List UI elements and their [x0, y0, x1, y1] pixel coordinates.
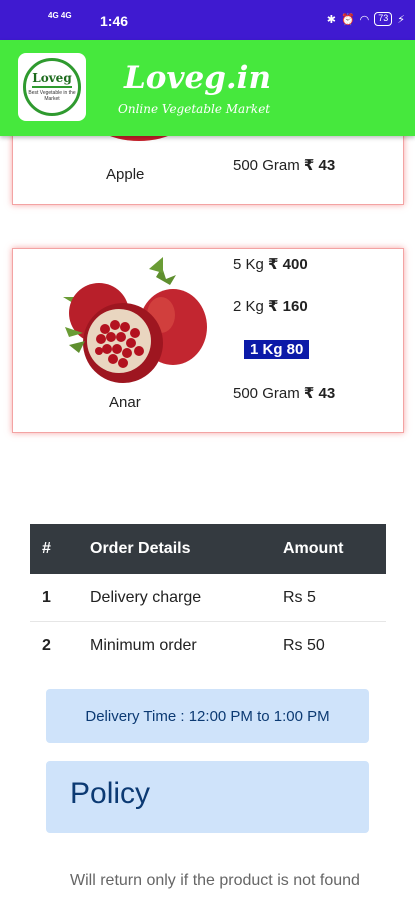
delivery-time-box: Delivery Time : 12:00 PM to 1:00 PM [46, 689, 369, 743]
product-card-anar[interactable]: Anar 5 Kg ₹ 400 2 Kg ₹ 160 1 Kg 80 500 G… [12, 248, 404, 433]
price-option[interactable]: 2 Kg ₹ 160 [233, 297, 308, 315]
row-detail: Delivery charge [90, 588, 202, 606]
header-amount: Amount [283, 540, 344, 557]
price-option[interactable]: 500 Gram ₹ 43 [233, 384, 335, 402]
order-table: # Order Details Amount 1 Delivery charge… [30, 524, 386, 670]
price-option[interactable]: 5 Kg ₹ 400 [233, 255, 308, 273]
policy-text: Will return only if the product is not f… [46, 850, 369, 892]
app-header: Loveg Best Vegetable in the Market Loveg… [0, 40, 415, 136]
table-row: 1 Delivery charge Rs 5 [30, 574, 386, 622]
table-header: # Order Details Amount [30, 524, 386, 574]
product-name: Anar [109, 394, 141, 411]
row-amount: Rs 5 [283, 588, 316, 606]
product-name: Apple [106, 166, 145, 183]
charging-icon: ⚡ [397, 13, 405, 26]
pomegranate-icon [63, 257, 207, 383]
app-title: Loveg.in [124, 60, 271, 96]
table-row: 2 Minimum order Rs 50 [30, 622, 386, 670]
battery-icon: 73 [374, 12, 393, 26]
wifi-icon: ◠ [359, 13, 370, 26]
network-indicator: 4G 4G [48, 11, 72, 20]
price-option-selected[interactable]: 1 Kg 80 [244, 340, 310, 359]
status-time: 1:46 [100, 13, 129, 29]
row-number: 2 [42, 637, 51, 654]
row-amount: Rs 50 [283, 637, 325, 654]
alarm-icon: ⏰ [340, 13, 355, 26]
app-subtitle: Online Vegetable Market [118, 102, 271, 116]
header-number: # [42, 540, 51, 557]
status-bar: 4G 4G 1:46 ✱ ⏰ ◠ 73 ⚡ [0, 0, 415, 40]
row-detail: Minimum order [90, 637, 197, 654]
app-logo: Loveg Best Vegetable in the Market [18, 53, 86, 121]
status-icons: ✱ ⏰ ◠ 73 ⚡ [327, 12, 405, 26]
price-option[interactable]: 500 Gram ₹ 43 [233, 156, 335, 174]
bluetooth-icon: ✱ [326, 13, 336, 26]
policy-heading: Policy [46, 761, 369, 833]
header-order-details: Order Details [90, 540, 191, 557]
row-number: 1 [42, 588, 51, 606]
